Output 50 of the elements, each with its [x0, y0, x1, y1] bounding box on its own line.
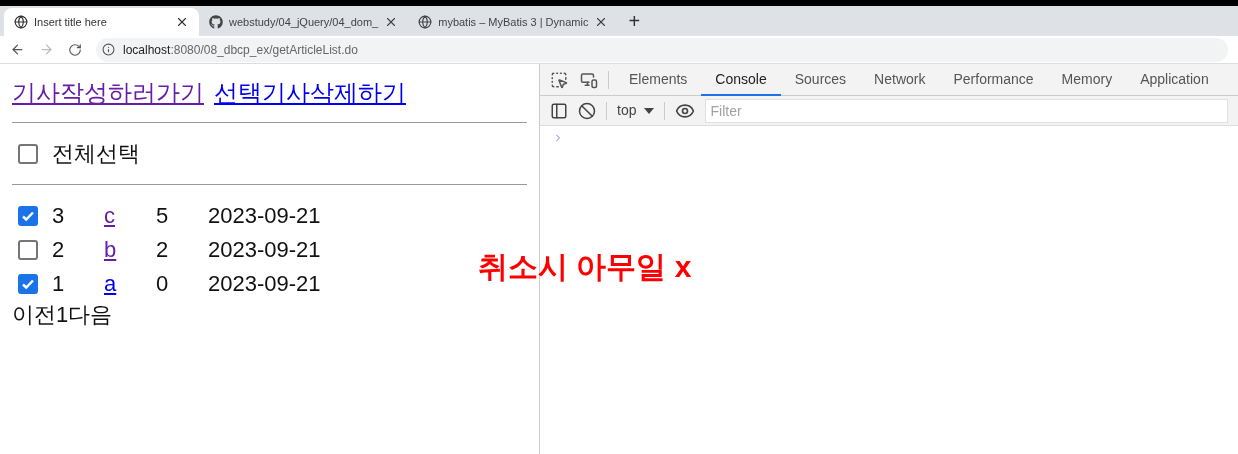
article-number: 1: [52, 270, 66, 298]
close-icon[interactable]: [175, 15, 189, 29]
url-text: localhost:8080/08_dbcp_ex/getArticleList.do: [123, 41, 358, 59]
annotation-text: 취소시 아무일 x: [478, 249, 692, 285]
view-count: 5: [156, 202, 170, 230]
github-icon: [209, 15, 223, 29]
checkbox[interactable]: [18, 274, 38, 294]
browser-tab[interactable]: Insert title here: [4, 8, 199, 36]
tab-title: mybatis – MyBatis 3 | Dynamic: [438, 14, 589, 30]
article-number: 2: [52, 236, 66, 264]
devtools-tab[interactable]: Sources: [780, 63, 861, 96]
devtools-tab[interactable]: Application: [1126, 63, 1223, 96]
browser-tab[interactable]: mybatis – MyBatis 3 | Dynamic: [408, 8, 619, 36]
view-count: 0: [156, 270, 170, 298]
checkbox[interactable]: [18, 143, 38, 164]
context-dropdown[interactable]: top: [617, 100, 655, 121]
tab-title: webstudy/04_jQuery/04_dom_: [229, 14, 379, 30]
pagination-text: 이전1다음: [12, 301, 114, 329]
browser-tab[interactable]: webstudy/04_jQuery/04_dom_: [199, 8, 409, 36]
devtools-tab[interactable]: Memory: [1047, 63, 1127, 96]
article-date: 2023-09-21: [208, 270, 321, 298]
address-field[interactable]: localhost:8080/08_dbcp_ex/getArticleList.do: [96, 37, 1228, 62]
article-date: 2023-09-21: [208, 236, 321, 264]
filter-field[interactable]: Filter: [705, 98, 1228, 123]
article-date: 2023-09-21: [208, 202, 321, 230]
checkbox[interactable]: [18, 206, 38, 226]
article-link[interactable]: a: [104, 267, 156, 301]
devtools-tab[interactable]: Performance: [939, 63, 1048, 96]
sidebar-icon[interactable]: [550, 101, 568, 120]
new-tab-button[interactable]: +: [618, 8, 651, 36]
globe-icon: [14, 15, 28, 29]
link[interactable]: 선택기사삭제하기: [214, 78, 406, 108]
article-link[interactable]: c: [104, 199, 156, 233]
info-icon: [102, 43, 115, 56]
devtools-tab[interactable]: Network: [860, 63, 940, 96]
reload-icon[interactable]: [68, 42, 82, 57]
device-icon[interactable]: [580, 70, 598, 89]
clear-icon[interactable]: [578, 101, 596, 120]
article-number: 3: [52, 202, 66, 230]
view-count: 2: [156, 236, 170, 264]
back-icon[interactable]: [10, 42, 25, 57]
caret-icon: [644, 107, 655, 114]
checkbox[interactable]: [18, 240, 38, 260]
tab-title: Insert title here: [34, 14, 108, 30]
inspect-icon[interactable]: [550, 70, 568, 89]
link[interactable]: 기사작성하러가기: [12, 78, 204, 108]
devtools-tab[interactable]: Elements: [615, 63, 702, 96]
globe-icon: [418, 15, 433, 29]
checkbox-label: 전체선택: [52, 140, 140, 168]
article-link[interactable]: b: [104, 233, 156, 267]
